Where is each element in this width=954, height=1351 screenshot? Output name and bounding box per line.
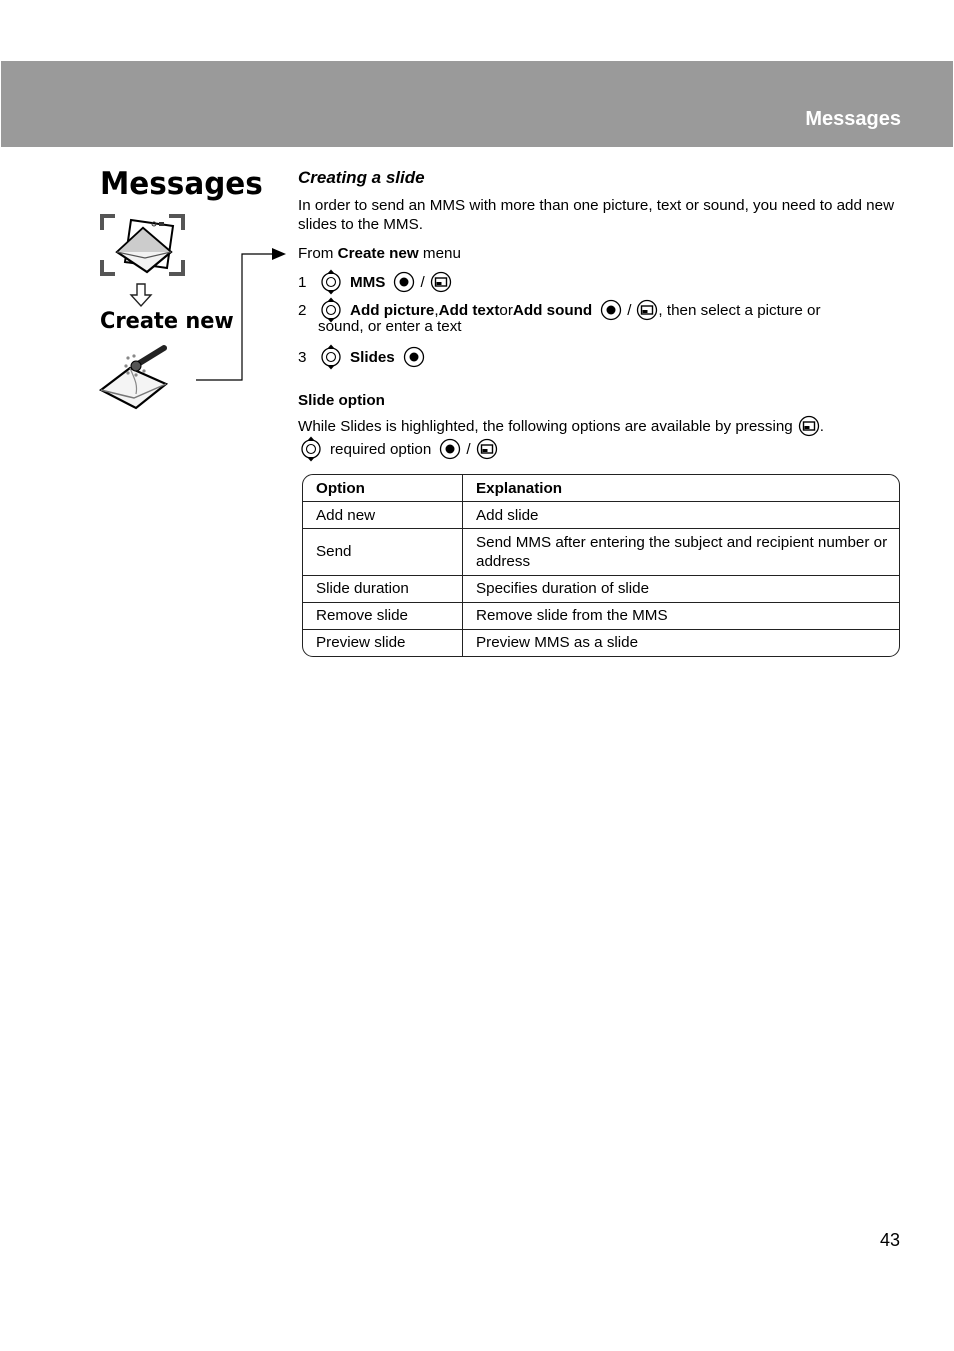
table-row: Send Send MMS after entering the subject… <box>303 528 899 576</box>
slide-option-description: While Slides is highlighted, the followi… <box>298 417 793 435</box>
table-header-row: Option Explanation <box>303 475 899 503</box>
step-2-continuation: sound, or enter a text <box>318 318 462 335</box>
table-row: Remove slide Remove slide from the MMS <box>303 601 899 630</box>
option-cell: Preview slide <box>303 628 463 656</box>
menu-softkey-icon <box>476 438 498 460</box>
menu-softkey-icon <box>798 415 820 437</box>
page-number: 43 <box>880 1230 901 1250</box>
header-band <box>1 61 953 147</box>
center-select-key-icon <box>393 271 415 293</box>
explanation-cell: Specifies duration of slide <box>462 574 899 603</box>
flow-connector-arrow <box>194 244 290 384</box>
step-text: , then select a picture or <box>658 301 821 319</box>
center-select-key-icon <box>600 299 622 321</box>
step-3: 3 Slides <box>298 344 425 370</box>
required-option-text: required option <box>330 440 432 458</box>
step-text: or <box>499 301 513 319</box>
from-menu-name: Create new <box>337 245 419 262</box>
step-number: 3 <box>298 348 307 366</box>
step-label: MMS <box>350 273 386 291</box>
step-label: Slides <box>350 348 395 366</box>
separator: / <box>420 273 425 291</box>
create-new-envelope-icon <box>98 344 172 412</box>
period: . <box>819 417 824 435</box>
intro-paragraph: In order to send an MMS with more than o… <box>298 197 895 233</box>
separator: / <box>466 440 471 458</box>
slide-option-title: Slide option <box>298 392 385 409</box>
slide-option-text: While Slides is highlighted, the followi… <box>298 415 824 437</box>
center-select-key-icon <box>403 346 425 368</box>
down-arrow-icon <box>128 282 154 308</box>
option-cell: Remove slide <box>303 601 463 630</box>
slide-option-instruction: required option / <box>298 436 498 462</box>
step-1: 1 MMS / <box>298 269 452 295</box>
column-header-option: Option <box>303 475 463 503</box>
messages-envelope-icon <box>99 212 187 278</box>
from-suffix: menu <box>418 245 461 262</box>
explanation-cell: Send MMS after entering the subject and … <box>462 528 899 576</box>
step-number: 2 <box>298 301 307 319</box>
navigation-key-icon <box>300 436 322 462</box>
explanation-cell: Add slide <box>462 501 899 530</box>
separator: / <box>627 301 632 319</box>
navigation-key-icon <box>320 344 342 370</box>
slide-options-table: Option Explanation Add new Add slide Sen… <box>302 474 900 657</box>
section-heading: Creating a slide <box>298 168 425 187</box>
option-cell: Add new <box>303 501 463 530</box>
menu-softkey-icon <box>636 299 658 321</box>
navigation-key-icon <box>320 269 342 295</box>
step-number: 1 <box>298 273 307 291</box>
from-prefix: From <box>298 245 338 262</box>
column-header-explanation: Explanation <box>462 475 899 503</box>
section-title: Messages <box>100 166 263 202</box>
table-row: Slide duration Specifies duration of sli… <box>303 574 899 603</box>
table-row: Preview slide Preview MMS as a slide <box>303 628 899 656</box>
center-select-key-icon <box>439 438 461 460</box>
step-label: Add sound <box>512 301 593 319</box>
explanation-cell: Remove slide from the MMS <box>462 601 899 630</box>
from-line: From Create new menu <box>298 244 461 263</box>
option-cell: Slide duration <box>303 574 463 603</box>
header-title: Messages <box>805 108 901 130</box>
menu-softkey-icon <box>430 271 452 293</box>
table-row: Add new Add slide <box>303 501 899 530</box>
option-cell: Send <box>303 528 463 576</box>
explanation-cell: Preview MMS as a slide <box>462 628 899 656</box>
